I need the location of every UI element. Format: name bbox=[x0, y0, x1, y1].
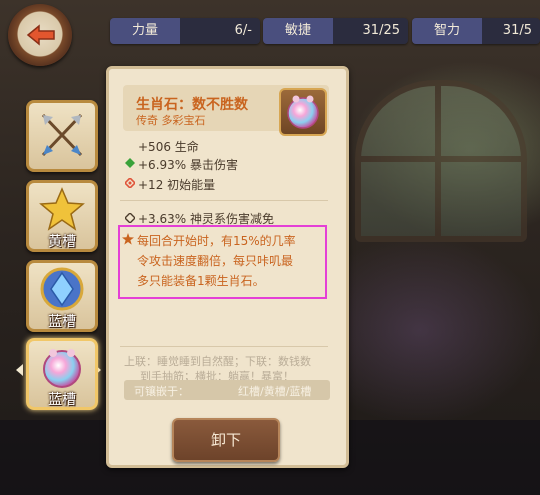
slot-label: 黄槽 bbox=[48, 234, 76, 250]
stat-label: 智力 bbox=[412, 18, 482, 44]
rainbow-orb-gem-icon bbox=[287, 95, 319, 129]
slot-left-arrow-icon bbox=[16, 364, 23, 376]
effect-line: 多只能装备1颗生肖石。 bbox=[137, 274, 265, 288]
item-title: 生肖石：数不胜数 bbox=[136, 97, 248, 113]
stat-label: 力量 bbox=[110, 18, 180, 44]
crossed-arrows-icon bbox=[41, 113, 83, 157]
flavor-line: 上联：睡觉睡到自然醒；下联：数钱数 bbox=[124, 355, 311, 368]
effect-line: 每回合开始时，有15%的几率 bbox=[137, 234, 296, 248]
back-arrow-icon bbox=[26, 24, 55, 46]
divider bbox=[120, 346, 328, 347]
item-stat-life: +506 生命 bbox=[138, 140, 199, 154]
slot-blue[interactable]: 蓝槽 bbox=[26, 260, 98, 332]
orange-diamond-icon bbox=[125, 178, 135, 188]
item-stat-energy: +12 初始能量 bbox=[138, 178, 216, 192]
stat-value: 31/25 bbox=[333, 18, 408, 44]
blue-crystal-gem-icon bbox=[40, 267, 84, 311]
slot-blue-selected[interactable]: 蓝槽 bbox=[26, 338, 98, 410]
slot-yellow[interactable]: 黄槽 bbox=[26, 180, 98, 252]
hollow-diamond-icon bbox=[125, 213, 135, 223]
yellow-star-gem-icon bbox=[39, 187, 85, 231]
item-gem-frame bbox=[279, 88, 327, 136]
slot-label: 蓝槽 bbox=[48, 392, 76, 408]
unequip-button[interactable]: 卸下 bbox=[172, 418, 280, 462]
effect-line: 令攻击速度翻倍，每只咔叽最 bbox=[137, 254, 294, 268]
item-subtitle: 传奇 多彩宝石 bbox=[136, 114, 206, 127]
stat-agility: 敏捷 31/25 bbox=[263, 18, 408, 44]
stat-intelligence: 智力 31/5 bbox=[412, 18, 540, 44]
slot-label: 蓝槽 bbox=[48, 314, 76, 330]
stat-strength: 力量 6/- bbox=[110, 18, 260, 44]
slot-weapon[interactable] bbox=[26, 100, 98, 172]
rainbow-orb-gem-icon bbox=[43, 349, 81, 388]
green-diamond-icon bbox=[125, 158, 135, 168]
back-button[interactable] bbox=[8, 4, 72, 66]
divider bbox=[120, 200, 328, 201]
stat-value: 6/- bbox=[180, 18, 260, 44]
stat-value: 31/5 bbox=[482, 18, 540, 44]
item-stat-crit: +6.93% 暴击伤害 bbox=[138, 158, 238, 172]
background-window bbox=[355, 80, 527, 242]
socket-label: 可镶嵌于： bbox=[134, 385, 189, 398]
socket-values: 红槽/黄槽/蓝槽 bbox=[238, 385, 312, 398]
stat-label: 敏捷 bbox=[263, 18, 333, 44]
star-icon bbox=[122, 233, 134, 245]
